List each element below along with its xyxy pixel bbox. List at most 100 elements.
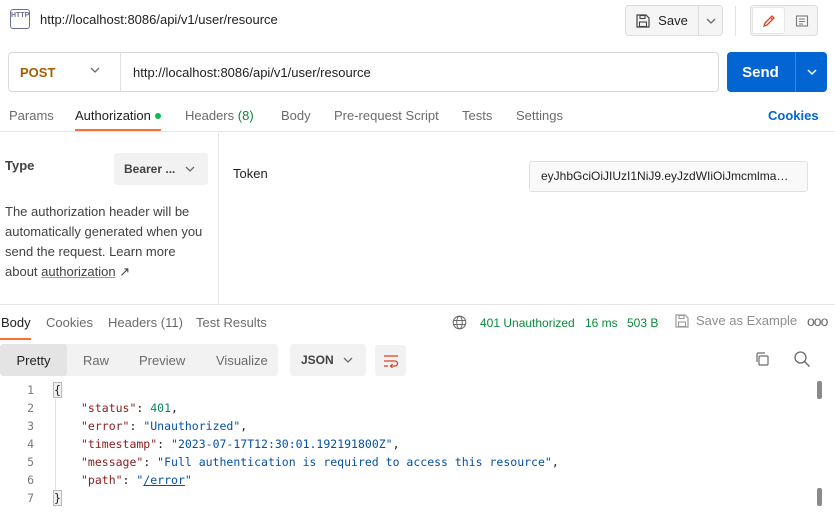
json-key: "path" — [81, 473, 123, 487]
view-preview-button[interactable]: Preview — [139, 344, 185, 376]
headers-count: (8) — [237, 108, 254, 123]
divider — [735, 6, 736, 36]
view-visualize-button[interactable]: Visualize — [216, 344, 268, 376]
json-value: "Full authentication is required to acce… — [157, 455, 552, 469]
pencil-icon — [762, 14, 775, 27]
globe-icon[interactable] — [452, 315, 467, 330]
save-as-example-button[interactable]: Save as Example — [675, 313, 797, 328]
http-icon-label: HTTP — [11, 12, 30, 19]
code-line: "message": "Full authentication is requi… — [81, 455, 559, 469]
tab-tests[interactable]: Tests — [462, 108, 492, 123]
close-brace: } — [53, 490, 62, 506]
chevron-down-icon — [185, 166, 195, 172]
tab-test-results[interactable]: Test Results — [196, 315, 267, 330]
chevron-down-icon — [806, 69, 817, 76]
line-number: 6 — [27, 473, 34, 487]
code-line: "error": "Unauthorized", — [81, 419, 247, 433]
save-button[interactable]: Save — [626, 6, 698, 35]
active-indicator-dot — [154, 112, 161, 119]
more-options-icon[interactable]: ooo — [807, 313, 828, 329]
tab-response-headers[interactable]: Headers (11) — [108, 315, 183, 330]
active-tab-underline — [0, 338, 31, 340]
wrap-lines-button[interactable] — [375, 345, 406, 376]
response-headers-count: (11) — [160, 315, 183, 330]
request-tabs: Params Authorization Headers (8) Body Pr… — [0, 100, 835, 132]
send-options-button[interactable] — [796, 52, 827, 92]
active-tab-underline — [75, 129, 161, 131]
line-number: 2 — [27, 401, 34, 415]
code-line: "status": 401, — [81, 401, 178, 415]
line-number: 7 — [27, 491, 34, 505]
copy-icon[interactable] — [754, 351, 770, 367]
view-raw-button[interactable]: Raw — [83, 344, 109, 376]
tab-headers[interactable]: Headers (8) — [185, 108, 254, 123]
divider — [120, 53, 121, 91]
token-input[interactable]: eyJhbGciOiJIUzI1NiJ9.eyJzdWIiOiJmcmlmaXJ… — [529, 161, 808, 192]
code-line: "timestamp": "2023-07-17T12:30:01.192191… — [81, 437, 400, 451]
http-request-icon: HTTP — [10, 9, 30, 29]
auth-type-panel: Type Bearer ... The authorization header… — [0, 133, 219, 305]
token-label: Token — [233, 166, 268, 181]
document-icon — [795, 14, 809, 27]
mode-toggle — [750, 5, 818, 36]
json-key: "status" — [81, 401, 137, 415]
json-key: "message" — [81, 455, 144, 469]
path-link[interactable]: /error — [143, 473, 185, 487]
chevron-down-icon — [90, 67, 100, 73]
save-options-button[interactable] — [699, 6, 723, 35]
tab-headers-label: Headers — [185, 108, 235, 123]
scrollbar-thumb[interactable] — [817, 381, 822, 399]
auth-type-label: Type — [5, 158, 35, 173]
auth-type-select[interactable]: Bearer ... — [114, 153, 208, 185]
edit-mode-button[interactable] — [752, 7, 785, 34]
tab-pre-request-script[interactable]: Pre-request Script — [334, 108, 439, 123]
format-value: JSON — [301, 353, 334, 367]
line-number: 3 — [27, 419, 34, 433]
tab-response-cookies[interactable]: Cookies — [46, 315, 93, 330]
learn-more-link[interactable]: authorization — [41, 264, 115, 279]
json-trail: , — [171, 401, 178, 415]
search-icon[interactable] — [793, 350, 811, 368]
json-sep: : — [129, 419, 144, 433]
json-sep: : — [143, 455, 158, 469]
save-label: Save — [658, 13, 688, 28]
format-select[interactable]: JSON — [290, 344, 366, 376]
save-button-group: Save — [625, 5, 723, 36]
scrollbar-thumb[interactable] — [817, 488, 822, 506]
tab-response-body[interactable]: Body — [1, 315, 31, 330]
tab-body[interactable]: Body — [281, 108, 311, 123]
chevron-down-icon — [343, 357, 353, 363]
json-key: "error" — [81, 419, 130, 433]
request-title[interactable]: http://localhost:8086/api/v1/user/resour… — [40, 12, 278, 27]
response-body-editor[interactable]: 1 2 3 4 5 6 7 { "status": 401, "error": … — [0, 381, 835, 531]
tab-authorization-label: Authorization — [75, 108, 151, 123]
response-time[interactable]: 16 ms — [585, 316, 618, 330]
save-icon — [675, 313, 689, 328]
response-size[interactable]: 503 B — [627, 316, 658, 330]
documentation-mode-button[interactable] — [786, 6, 817, 35]
url-bar: POST http://localhost:8086/api/v1/user/r… — [8, 52, 719, 92]
response-status[interactable]: 401 Unauthorized — [480, 316, 575, 330]
tab-header: HTTP http://localhost:8086/api/v1/user/r… — [0, 0, 835, 40]
auth-description: The authorization header will be automat… — [5, 202, 210, 282]
auth-type-value: Bearer ... — [124, 162, 176, 176]
method-select[interactable]: POST — [9, 53, 120, 91]
save-icon — [636, 13, 650, 28]
json-key: "timestamp" — [81, 437, 158, 451]
json-sep: : — [122, 473, 137, 487]
json-value: "Unauthorized" — [143, 419, 241, 433]
tab-settings[interactable]: Settings — [516, 108, 563, 123]
line-number: 1 — [27, 383, 34, 397]
json-value: 401 — [150, 401, 172, 415]
tab-params[interactable]: Params — [9, 108, 54, 123]
tab-authorization[interactable]: Authorization — [75, 108, 161, 123]
cookies-link[interactable]: Cookies — [768, 108, 819, 123]
save-as-example-label: Save as Example — [696, 313, 798, 328]
view-pretty-button[interactable]: Pretty — [0, 344, 67, 376]
send-button-group: Send — [727, 52, 827, 92]
tab-response-headers-label: Headers — [108, 315, 158, 330]
send-button[interactable]: Send — [727, 52, 794, 92]
json-trail: , — [392, 437, 400, 451]
url-input[interactable]: http://localhost:8086/api/v1/user/resour… — [133, 65, 371, 80]
line-number: 4 — [27, 437, 34, 451]
